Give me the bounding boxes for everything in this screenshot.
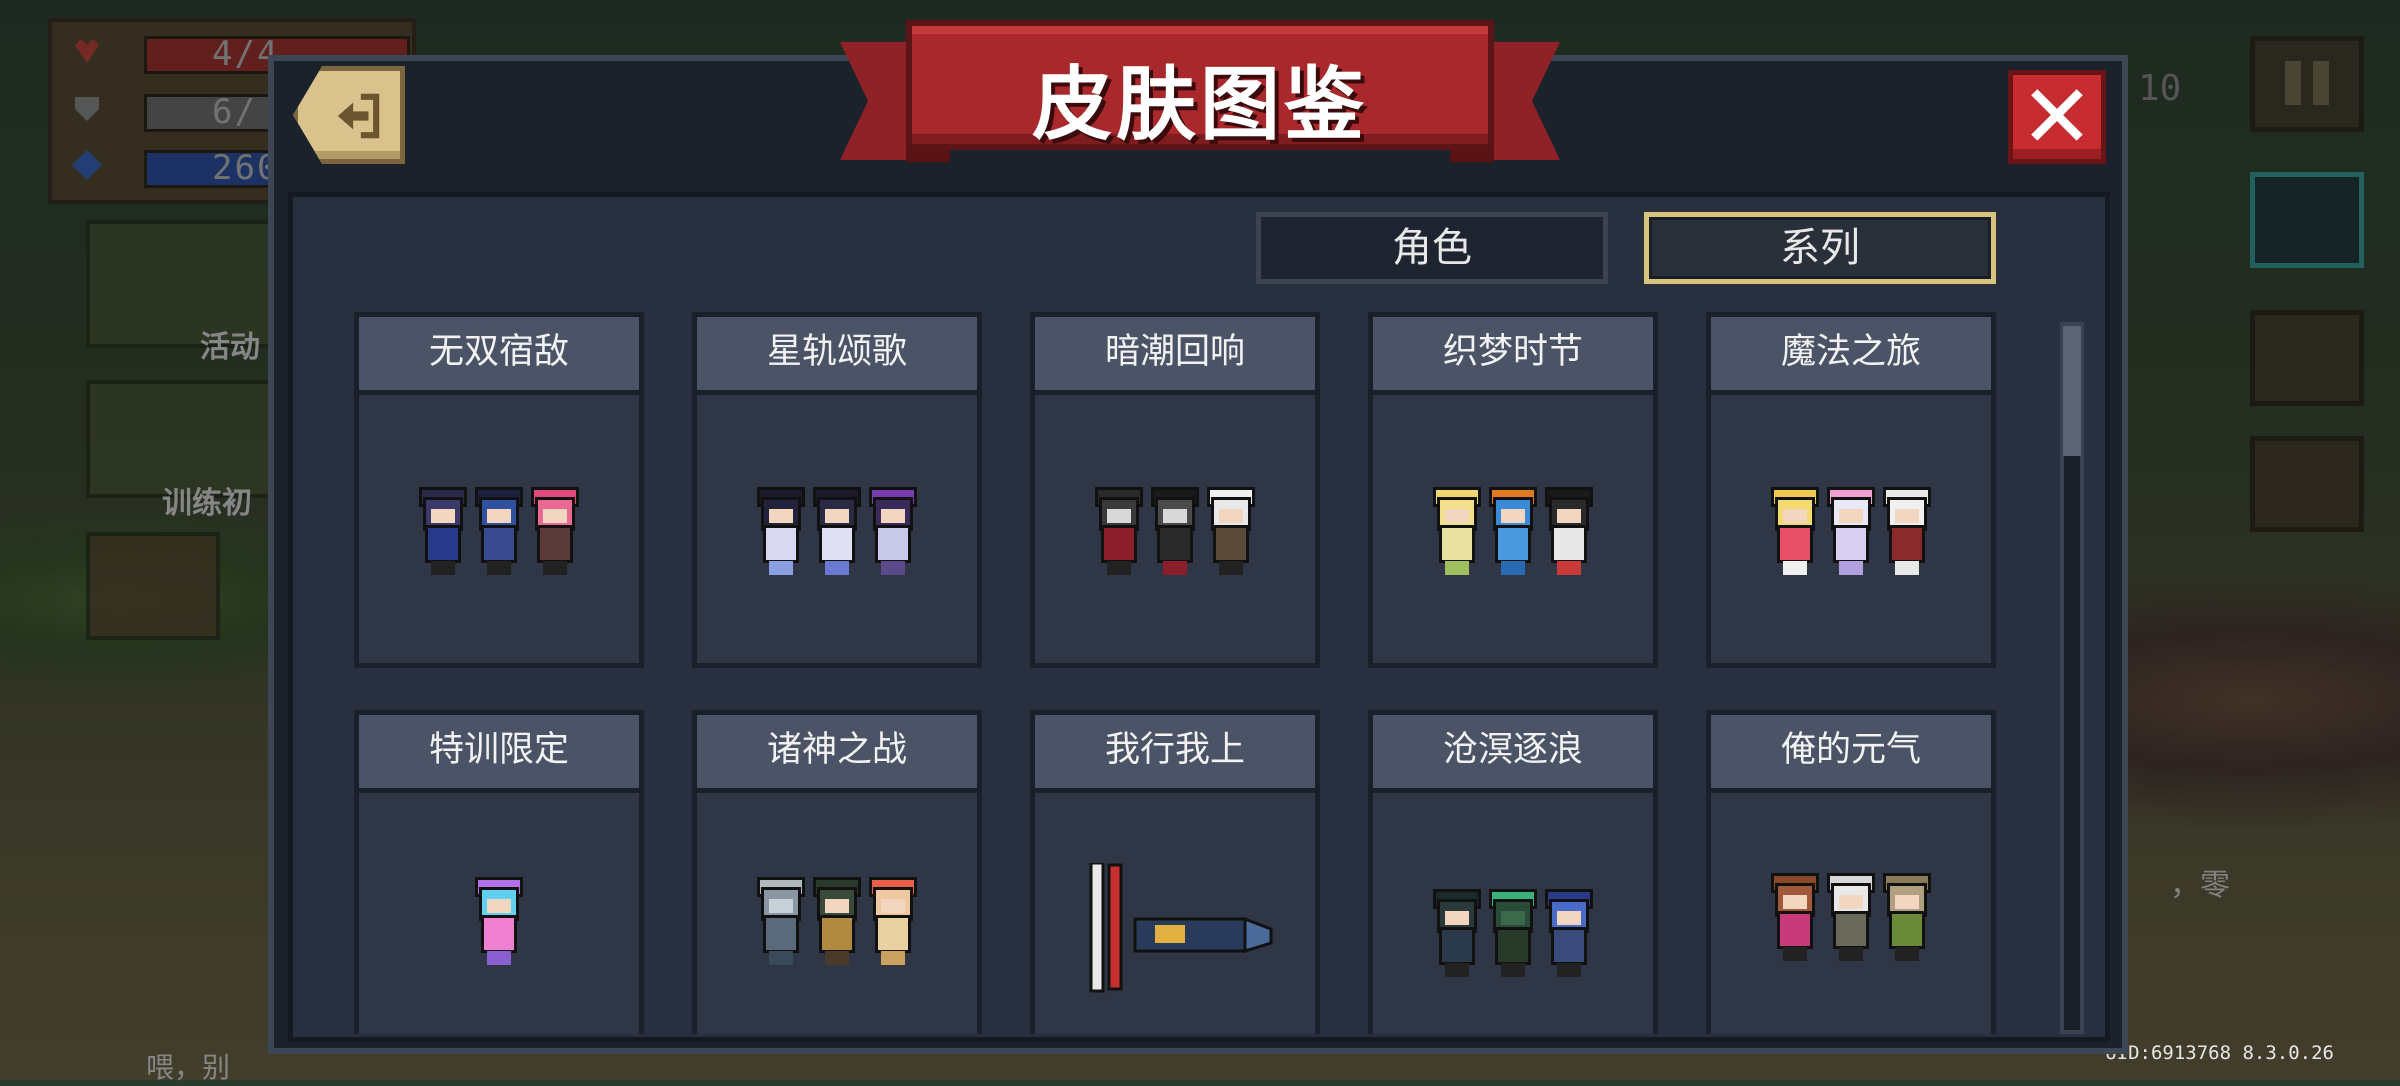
tab-character[interactable]: 角色 bbox=[1256, 212, 1608, 284]
series-preview bbox=[1711, 395, 1991, 663]
character-sprite bbox=[867, 877, 919, 967]
series-grid: 无双宿敌 星轨颂歌 暗潮回响 织梦时节 魔法之旅 特训限定 诸神之战 我行我上 … bbox=[288, 312, 2048, 1034]
series-name: 俺的元气 bbox=[1711, 715, 1991, 793]
character-sprite bbox=[811, 487, 863, 577]
close-x-icon: ✕ bbox=[2020, 67, 2094, 166]
series-sprites bbox=[1769, 873, 1933, 963]
series-name: 暗潮回响 bbox=[1035, 317, 1315, 395]
series-preview bbox=[359, 793, 639, 1034]
series-name: 诸神之战 bbox=[697, 715, 977, 793]
series-sprites bbox=[1093, 487, 1257, 577]
character-sprite bbox=[1543, 487, 1595, 577]
series-card[interactable]: 星轨颂歌 bbox=[692, 312, 982, 668]
character-sprite bbox=[1487, 889, 1539, 979]
series-name: 无双宿敌 bbox=[359, 317, 639, 395]
character-sprite bbox=[1881, 487, 1933, 577]
series-preview bbox=[359, 395, 639, 663]
character-sprite bbox=[1431, 487, 1483, 577]
series-sprites bbox=[1431, 487, 1595, 577]
scrollbar-thumb[interactable] bbox=[2063, 326, 2081, 456]
series-card[interactable]: 无双宿敌 bbox=[354, 312, 644, 668]
series-card[interactable]: 魔法之旅 bbox=[1706, 312, 1996, 668]
character-sprite bbox=[755, 877, 807, 967]
character-sprite bbox=[867, 487, 919, 577]
character-sprite bbox=[473, 487, 525, 577]
character-sprite bbox=[1205, 487, 1257, 577]
back-arrow-icon bbox=[337, 93, 380, 139]
series-preview bbox=[697, 395, 977, 663]
weapon-sprite bbox=[1089, 863, 1273, 993]
series-card[interactable]: 沧溟逐浪 bbox=[1368, 710, 1658, 1034]
series-name: 特训限定 bbox=[359, 715, 639, 793]
series-card[interactable]: 俺的元气 bbox=[1706, 710, 1996, 1034]
series-sprites bbox=[473, 877, 525, 967]
series-preview bbox=[1373, 395, 1653, 663]
series-preview bbox=[1373, 793, 1653, 1034]
character-sprite bbox=[473, 877, 525, 967]
dialog-title: 皮肤图鉴 bbox=[1032, 60, 1368, 149]
series-card[interactable]: 我行我上 bbox=[1030, 710, 1320, 1034]
series-name: 我行我上 bbox=[1035, 715, 1315, 793]
character-sprite bbox=[1543, 889, 1595, 979]
uid-label: UID:6913768 8.3.0.26 bbox=[2105, 1042, 2334, 1064]
series-card[interactable]: 特训限定 bbox=[354, 710, 644, 1034]
series-name: 魔法之旅 bbox=[1711, 317, 1991, 395]
tab-series[interactable]: 系列 bbox=[1644, 212, 1996, 284]
series-name: 星轨颂歌 bbox=[697, 317, 977, 395]
character-sprite bbox=[1825, 873, 1877, 963]
series-name: 沧溟逐浪 bbox=[1373, 715, 1653, 793]
character-sprite bbox=[1093, 487, 1145, 577]
title-banner: 皮肤图鉴 bbox=[906, 20, 1494, 150]
character-sprite bbox=[1431, 889, 1483, 979]
series-sprites bbox=[1431, 889, 1595, 979]
series-name: 织梦时节 bbox=[1373, 317, 1653, 395]
series-sprites bbox=[755, 487, 919, 577]
series-preview bbox=[697, 793, 977, 1034]
character-sprite bbox=[1769, 873, 1821, 963]
character-sprite bbox=[1881, 873, 1933, 963]
character-sprite bbox=[755, 487, 807, 577]
series-card[interactable]: 诸神之战 bbox=[692, 710, 982, 1034]
series-sprites bbox=[755, 877, 919, 967]
character-sprite bbox=[811, 877, 863, 967]
character-sprite bbox=[417, 487, 469, 577]
series-card[interactable]: 织梦时节 bbox=[1368, 312, 1658, 668]
character-sprite bbox=[529, 487, 581, 577]
character-sprite bbox=[1769, 487, 1821, 577]
character-sprite bbox=[1487, 487, 1539, 577]
series-preview bbox=[1035, 793, 1315, 1034]
series-sprites bbox=[417, 487, 581, 577]
series-preview bbox=[1711, 793, 1991, 1034]
character-sprite bbox=[1825, 487, 1877, 577]
series-sprites bbox=[1769, 487, 1933, 577]
series-preview bbox=[1035, 395, 1315, 663]
character-sprite bbox=[1149, 487, 1201, 577]
series-card[interactable]: 暗潮回响 bbox=[1030, 312, 1320, 668]
close-button[interactable]: ✕ bbox=[2008, 67, 2106, 166]
